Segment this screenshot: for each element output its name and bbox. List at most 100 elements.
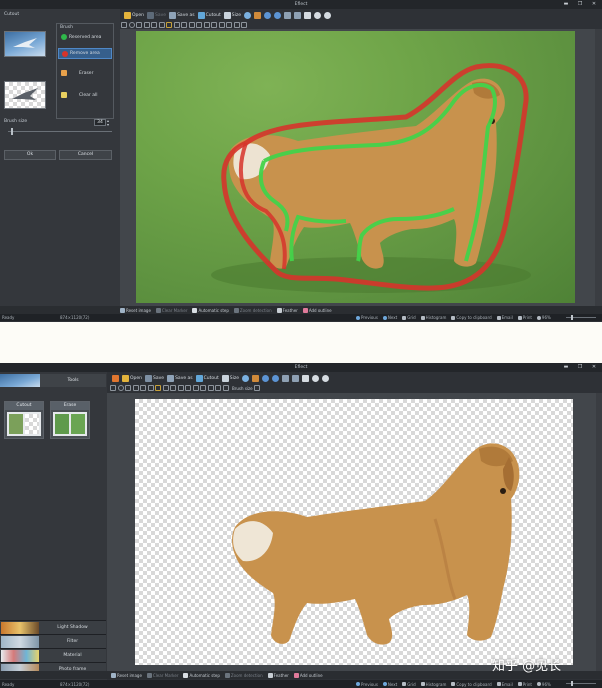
next-button[interactable]: Next (382, 682, 397, 687)
save-button[interactable]: Save (147, 11, 166, 19)
cancel-button[interactable]: Cancel (59, 150, 112, 160)
text-tool-icon[interactable] (185, 385, 191, 391)
rect-select-icon[interactable] (121, 22, 127, 28)
eraser-button[interactable]: Eraser (61, 70, 93, 76)
email-button[interactable]: Email (496, 682, 513, 687)
brush-tool-icon[interactable] (162, 385, 169, 391)
save-as-button[interactable]: Save as (167, 374, 193, 382)
clear-marker-button[interactable]: Clear Marker (146, 672, 178, 678)
close-selection-icon[interactable] (241, 22, 247, 28)
category-material[interactable]: Material (0, 648, 106, 662)
grid-tool-icon[interactable] (207, 385, 214, 391)
heart-shape-icon[interactable] (132, 385, 139, 391)
feather-button[interactable]: Feather (276, 307, 298, 313)
layers-tool-icon[interactable] (215, 385, 221, 391)
open-button[interactable]: Open (122, 374, 142, 382)
histogram-button[interactable]: Histogram (420, 682, 446, 687)
flip-icon[interactable] (284, 11, 292, 19)
settings-tool-icon[interactable] (222, 385, 229, 391)
color-picker-icon[interactable] (211, 22, 217, 28)
grid-tool-icon[interactable] (218, 22, 225, 28)
zoom-in-icon[interactable] (312, 374, 320, 382)
star-shape-icon[interactable] (140, 385, 146, 391)
print-button[interactable]: Print (517, 682, 532, 687)
save-as-button[interactable]: Save as (169, 11, 195, 19)
camera-icon[interactable] (304, 11, 312, 19)
save-button[interactable]: Save (145, 374, 164, 382)
lasso-icon[interactable] (158, 22, 165, 28)
redo-icon[interactable] (274, 11, 282, 19)
polygon-select-icon[interactable] (125, 385, 131, 391)
category-filter[interactable]: Filter (0, 634, 106, 648)
add-outline-button[interactable]: Add outline (302, 307, 332, 313)
magic-wand-icon[interactable] (155, 385, 161, 391)
remove-area-button[interactable]: Remove area (58, 48, 112, 59)
zoom-detection-button[interactable]: Zoom detection (224, 672, 263, 678)
email-button[interactable]: Email (496, 315, 513, 320)
zoom-in-icon[interactable] (314, 11, 322, 19)
lasso-icon[interactable] (147, 385, 154, 391)
settings-tool-icon[interactable] (233, 22, 240, 28)
minimize-icon[interactable]: ▬ (562, 1, 570, 7)
cutout-button[interactable]: Cutout (195, 374, 219, 382)
canvas-area[interactable] (107, 393, 596, 671)
brush-size-slider-icon[interactable] (254, 385, 261, 391)
zoom-detection-button[interactable]: Zoom detection (233, 307, 272, 313)
print-button[interactable]: Print (517, 315, 532, 320)
ellipse-select-icon[interactable] (117, 385, 124, 391)
dog-photo[interactable] (136, 31, 575, 303)
pen-tool-icon[interactable] (181, 22, 187, 28)
brush-size-track[interactable] (8, 131, 112, 132)
undo-icon[interactable] (264, 11, 272, 19)
globe-icon[interactable] (244, 11, 252, 19)
magic-wand-icon[interactable] (166, 22, 172, 28)
back-arrow-icon[interactable] (112, 374, 119, 382)
reset-image-button[interactable]: Reset image (111, 672, 142, 678)
play-icon[interactable] (292, 374, 300, 382)
automatic-step-button[interactable]: Automatic step (183, 672, 220, 678)
gift-icon[interactable] (252, 374, 260, 382)
crop-tool-icon[interactable] (203, 22, 210, 28)
tab-erase[interactable]: Erase (50, 401, 90, 439)
brush-size-spinner-icon[interactable]: ▴ ▾ (107, 119, 112, 127)
next-button[interactable]: Next (382, 315, 397, 320)
flip-icon[interactable] (282, 374, 290, 382)
undo-icon[interactable] (262, 374, 270, 382)
clear-all-button[interactable]: Clear all (61, 92, 97, 98)
open-button[interactable]: Open (124, 11, 144, 19)
redo-icon[interactable] (272, 374, 280, 382)
histogram-button[interactable]: Histogram (420, 315, 446, 320)
play-icon[interactable] (294, 11, 302, 19)
text-tool-icon[interactable] (196, 22, 202, 28)
zoom-out-icon[interactable] (322, 374, 330, 382)
rect-select-icon[interactable] (110, 385, 116, 391)
clear-marker-button[interactable]: Clear Marker (155, 307, 187, 313)
pen-tool-icon[interactable] (170, 385, 176, 391)
grid-button[interactable]: Grid (402, 315, 416, 320)
zoom-level[interactable]: 96% (536, 682, 551, 687)
layers-tool-icon[interactable] (226, 22, 232, 28)
tab-cutout[interactable]: Cutout (4, 401, 44, 439)
zoom-level[interactable]: 96% (536, 315, 551, 320)
cutout-thumbnail[interactable] (4, 81, 46, 109)
copy-clipboard-button[interactable]: Copy to clipboard (451, 315, 492, 320)
gift-icon[interactable] (254, 11, 262, 19)
camera-icon[interactable] (302, 374, 310, 382)
size-button[interactable]: Size (221, 374, 239, 382)
cutout-image[interactable] (135, 399, 573, 665)
restore-icon[interactable]: ❐ (576, 1, 584, 7)
previous-button[interactable]: Previous (356, 315, 378, 320)
restore-icon[interactable]: ❐ (576, 364, 584, 370)
color-picker-icon[interactable] (200, 385, 206, 391)
cutout-button[interactable]: Cutout (197, 11, 221, 19)
reset-image-button[interactable]: Reset image (120, 307, 151, 313)
ok-button[interactable]: Ok (4, 150, 56, 160)
crop-tool-icon[interactable] (192, 385, 199, 391)
close-icon[interactable]: ✕ (590, 1, 598, 7)
grid-button[interactable]: Grid (402, 682, 416, 687)
copy-clipboard-button[interactable]: Copy to clipboard (451, 682, 492, 687)
category-light-shadow[interactable]: Light Shadow (0, 620, 106, 634)
original-thumbnail[interactable] (4, 31, 46, 57)
reserved-area-button[interactable]: Reserved area (61, 34, 101, 40)
minimize-icon[interactable]: ▬ (562, 364, 570, 370)
